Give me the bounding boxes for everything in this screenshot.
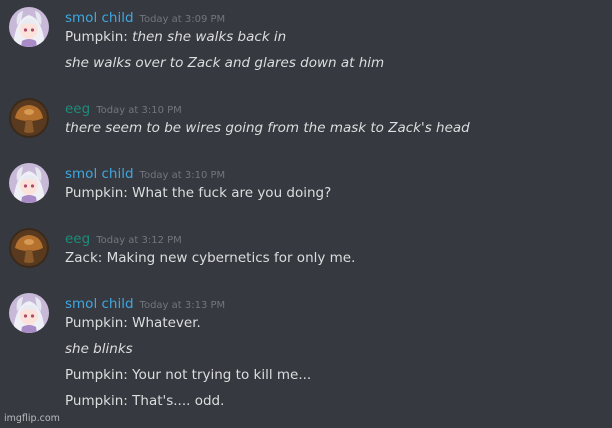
timestamp: Today at 3:10 PM [96, 105, 182, 116]
message: Pumpkin: then she walks back in [65, 28, 605, 46]
timestamp: Today at 3:13 PM [139, 300, 226, 311]
message: Zack: Making new cybernetics for only me… [65, 250, 356, 266]
imgflip-watermark: imgflip.com [4, 413, 60, 424]
message-text: then she walks back in [132, 29, 287, 45]
username[interactable]: eeg [65, 231, 90, 247]
mushroom-avatar[interactable] [9, 228, 49, 268]
mushroom-avatar[interactable] [9, 98, 49, 138]
anime-girl-icon [9, 7, 49, 47]
message: Pumpkin: Whatever. [65, 315, 201, 331]
anime-girl-avatar[interactable] [9, 7, 49, 47]
mushroom-icon [9, 98, 49, 138]
message-header: smol child Today at 3:09 PM [65, 7, 225, 27]
message: she blinks [65, 341, 133, 357]
anime-girl-avatar[interactable] [9, 163, 49, 203]
timestamp: Today at 3:09 PM [139, 14, 226, 25]
message: Pumpkin: What the fuck are you doing? [65, 185, 332, 201]
username[interactable]: eeg [65, 101, 90, 117]
anime-girl-icon [9, 293, 49, 333]
mushroom-icon [9, 228, 49, 268]
message: she walks over to Zack and glares down a… [65, 55, 385, 71]
timestamp: Today at 3:12 PM [96, 235, 182, 246]
username[interactable]: smol child [65, 166, 134, 182]
speaker-prefix: Pumpkin: [65, 29, 133, 45]
message: Pumpkin: Your not trying to kill me... [65, 367, 312, 383]
username[interactable]: smol child [65, 296, 134, 312]
message-header: smol child Today at 3:13 PM [65, 293, 225, 313]
message-header: eeg Today at 3:10 PM [65, 98, 182, 118]
message-header: smol child Today at 3:10 PM [65, 163, 225, 183]
chat-log: smol child Today at 3:09 PM Pumpkin: then… [0, 0, 612, 428]
message: there seem to be wires going from the ma… [65, 120, 470, 136]
timestamp: Today at 3:10 PM [139, 170, 226, 181]
username[interactable]: smol child [65, 10, 134, 26]
message-header: eeg Today at 3:12 PM [65, 228, 182, 248]
message: Pumpkin: That's.... odd. [65, 393, 225, 409]
anime-girl-icon [9, 163, 49, 203]
anime-girl-avatar[interactable] [9, 293, 49, 333]
